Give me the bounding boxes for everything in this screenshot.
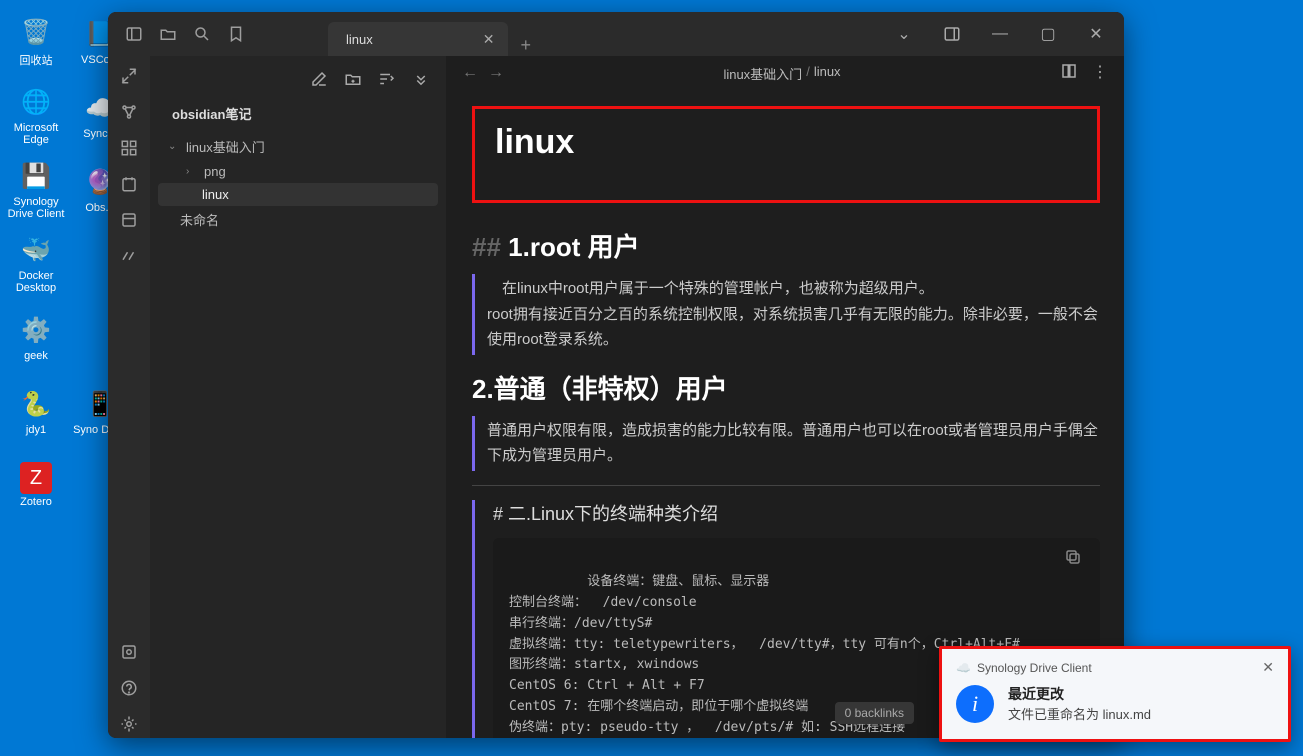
desktop-icon[interactable]: 💾Synology Drive Client — [4, 154, 68, 224]
file-tree: ⌄linux基础入门 ›png linux 未命名 — [150, 129, 446, 237]
window-maximize-button[interactable]: ▢ — [1026, 19, 1070, 49]
notification-title: 最近更改 — [1008, 684, 1151, 704]
nav-forward-icon[interactable]: → — [488, 64, 504, 82]
activity-bar — [108, 12, 150, 738]
new-tab-button[interactable]: + — [508, 35, 543, 56]
tabstrip: linux ✕ + — [248, 12, 882, 56]
tree-folder[interactable]: ›png — [158, 160, 438, 183]
notif-app-name: Synology Drive Client — [977, 661, 1092, 675]
desktop-icon[interactable]: ⚙️geek — [4, 302, 68, 372]
notification-message: 文件已重命名为 linux.md — [1008, 704, 1151, 723]
templates-icon[interactable] — [115, 206, 143, 234]
desktop-icon[interactable]: ZZotero — [4, 450, 68, 520]
vault-icon[interactable] — [115, 638, 143, 666]
nav-back-icon[interactable]: ← — [462, 64, 478, 82]
document-content[interactable]: linux ## 1.root 用户 在linux中root用户属于一个特殊的管… — [446, 90, 1124, 738]
new-note-icon[interactable] — [310, 70, 330, 90]
graph-view-icon[interactable] — [115, 98, 143, 126]
tab-active[interactable]: linux ✕ — [328, 22, 508, 56]
sidebar-left-toggle-icon[interactable] — [122, 22, 146, 46]
sort-icon[interactable] — [378, 70, 398, 90]
reading-mode-icon[interactable] — [1060, 62, 1078, 85]
tab-close-icon[interactable]: ✕ — [483, 31, 495, 48]
titlebar: linux ✕ + ⌄ — ▢ ✕ — [108, 12, 1124, 56]
search-icon[interactable] — [190, 22, 214, 46]
notification-close-icon[interactable]: ✕ — [1262, 659, 1274, 676]
file-sidebar: obsidian笔记 ⌄linux基础入门 ›png linux 未命名 — [150, 12, 446, 738]
desktop-icon[interactable]: 🐍jdy1 — [4, 376, 68, 446]
quick-switcher-icon[interactable] — [115, 62, 143, 90]
tab-dropdown-icon[interactable]: ⌄ — [882, 19, 926, 49]
tab-title: linux — [346, 32, 373, 47]
blockquote[interactable]: 在linux中root用户属于一个特殊的管理帐户，也被称为超级用户。 root拥… — [472, 274, 1100, 355]
more-options-icon[interactable]: ⋮ — [1092, 62, 1108, 85]
sidebar-right-toggle-icon[interactable] — [930, 19, 974, 49]
copy-icon[interactable] — [1064, 548, 1090, 574]
chevron-down-icon: ⌄ — [168, 141, 180, 152]
help-icon[interactable] — [115, 674, 143, 702]
command-palette-icon[interactable] — [115, 242, 143, 270]
tree-file[interactable]: 未命名 — [158, 206, 438, 233]
editor-header: ← → linux基础入门 / linux ⋮ — [446, 56, 1124, 90]
desktop-icon[interactable]: 🗑️回收站 — [4, 6, 68, 76]
nested-heading[interactable]: # 二.Linux下的终端种类介绍 — [493, 500, 1100, 526]
notif-app-icon: ☁️ — [956, 661, 971, 675]
document-title-highlight: linux — [472, 106, 1100, 203]
collapse-icon[interactable] — [412, 70, 432, 90]
daily-note-icon[interactable] — [115, 170, 143, 198]
editor-pane: ← → linux基础入门 / linux ⋮ linux ## 1.root … — [446, 12, 1124, 738]
window-close-button[interactable]: ✕ — [1074, 19, 1118, 49]
tree-file-active[interactable]: linux — [158, 183, 438, 206]
chevron-right-icon: › — [186, 166, 198, 177]
breadcrumb[interactable]: linux基础入门 / linux — [514, 64, 1050, 83]
new-folder-icon[interactable] — [344, 70, 364, 90]
document-title[interactable]: linux — [495, 123, 1077, 162]
file-explorer-icon[interactable] — [156, 22, 180, 46]
window-minimize-button[interactable]: — — [978, 19, 1022, 49]
info-icon: i — [956, 685, 994, 723]
backlinks-counter[interactable]: 0 backlinks — [835, 702, 914, 724]
tree-folder[interactable]: ⌄linux基础入门 — [158, 133, 438, 160]
divider — [472, 485, 1100, 486]
desktop-icon[interactable]: 🌐Microsoft Edge — [4, 80, 68, 150]
vault-name: obsidian笔记 — [150, 98, 446, 129]
desktop-icon[interactable]: 🐳Docker Desktop — [4, 228, 68, 298]
blockquote[interactable]: 普通用户权限有限，造成损害的能力比较有限。普通用户也可以在root或者管理员用户… — [472, 416, 1100, 471]
bookmark-icon[interactable] — [224, 22, 248, 46]
settings-icon[interactable] — [115, 710, 143, 738]
heading-2[interactable]: 2.普通（非特权）用户 — [472, 369, 1100, 406]
heading-2[interactable]: ## 1.root 用户 — [472, 227, 1100, 264]
canvas-icon[interactable] — [115, 134, 143, 162]
obsidian-window: linux ✕ + ⌄ — ▢ ✕ obsidian笔 — [108, 12, 1124, 738]
notification-toast[interactable]: ☁️ Synology Drive Client ✕ i 最近更改 文件已重命名为… — [939, 646, 1291, 742]
